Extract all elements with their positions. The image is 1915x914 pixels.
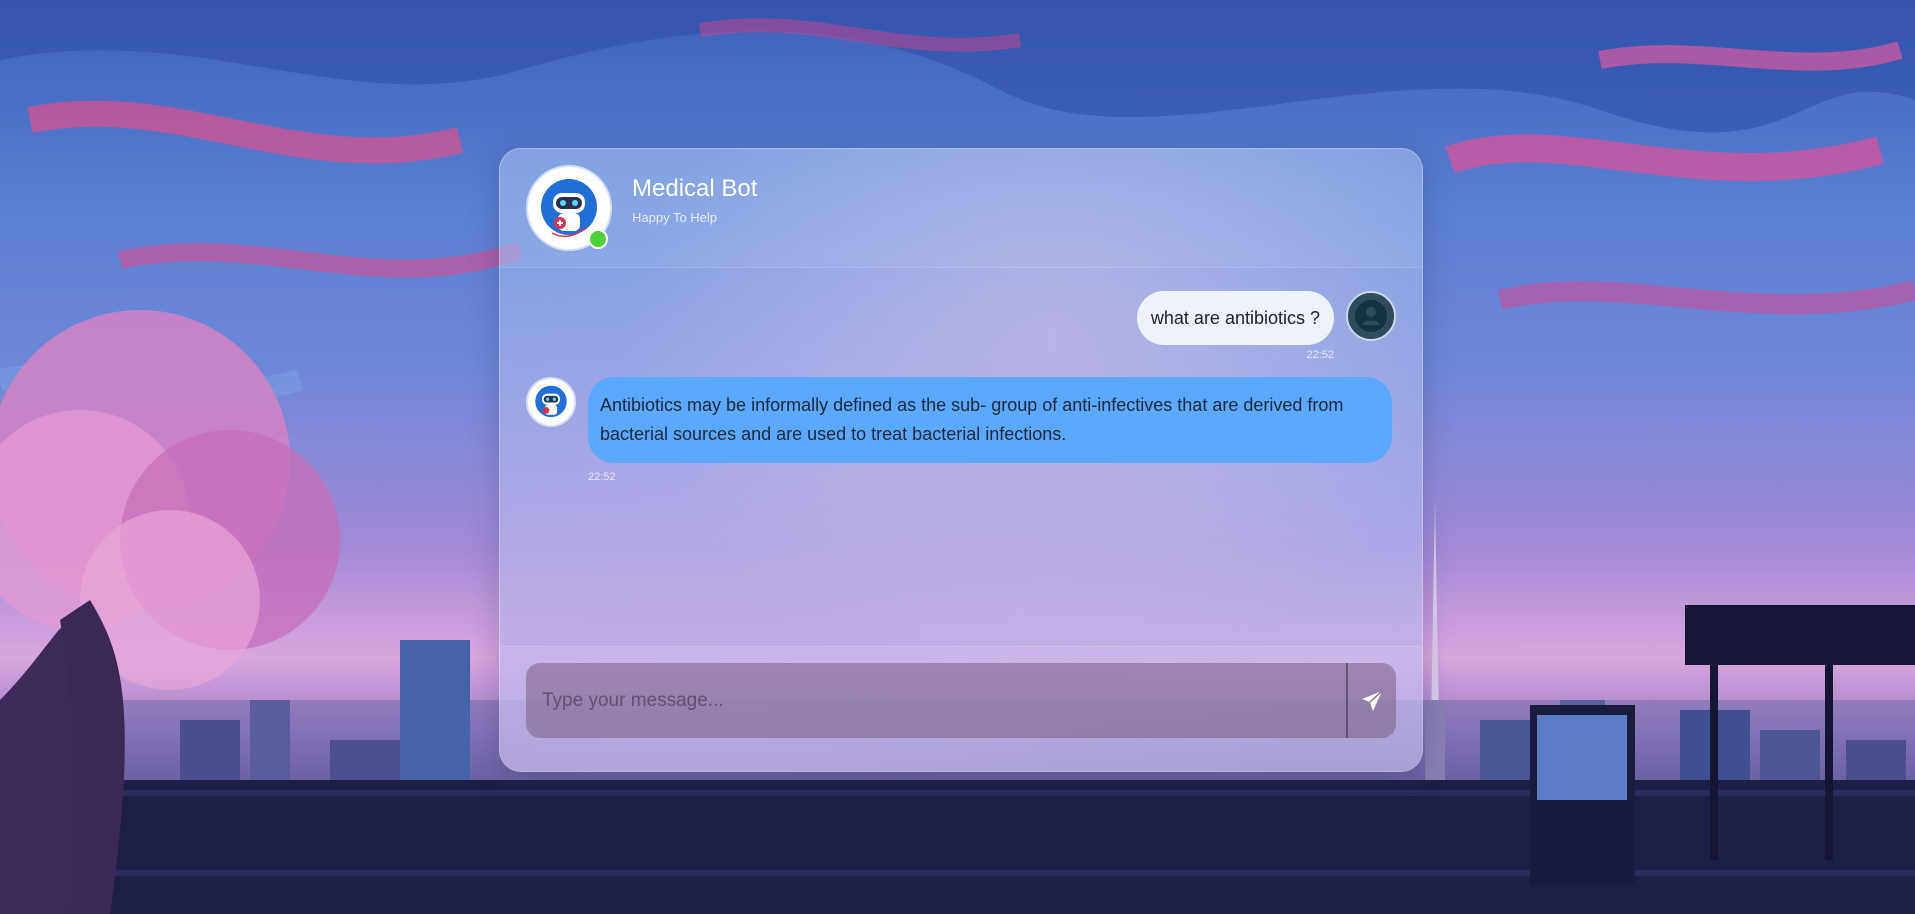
user-message-bubble: what are antibiotics ? [1136, 291, 1334, 345]
send-paper-plane-icon [1362, 689, 1383, 711]
chat-header: Medical Bot Happy To Help [500, 149, 1422, 268]
bot-name: Medical Bot [632, 175, 758, 202]
chat-window: Medical Bot Happy To Help what are antib… [499, 148, 1423, 772]
bot-message-time: 22:52 [588, 471, 616, 483]
composer-area [500, 646, 1422, 771]
user-message-time: 22:52 [1306, 349, 1334, 361]
online-status-indicator [588, 229, 608, 249]
user-avatar-icon [1346, 291, 1396, 341]
message-input[interactable] [526, 663, 1346, 738]
composer [526, 663, 1396, 738]
bot-status: Happy To Help [632, 210, 718, 225]
bot-message-bubble: Antibiotics may be informally defined as… [588, 377, 1392, 463]
send-button[interactable] [1348, 663, 1396, 738]
bot-avatar-icon [526, 377, 576, 427]
